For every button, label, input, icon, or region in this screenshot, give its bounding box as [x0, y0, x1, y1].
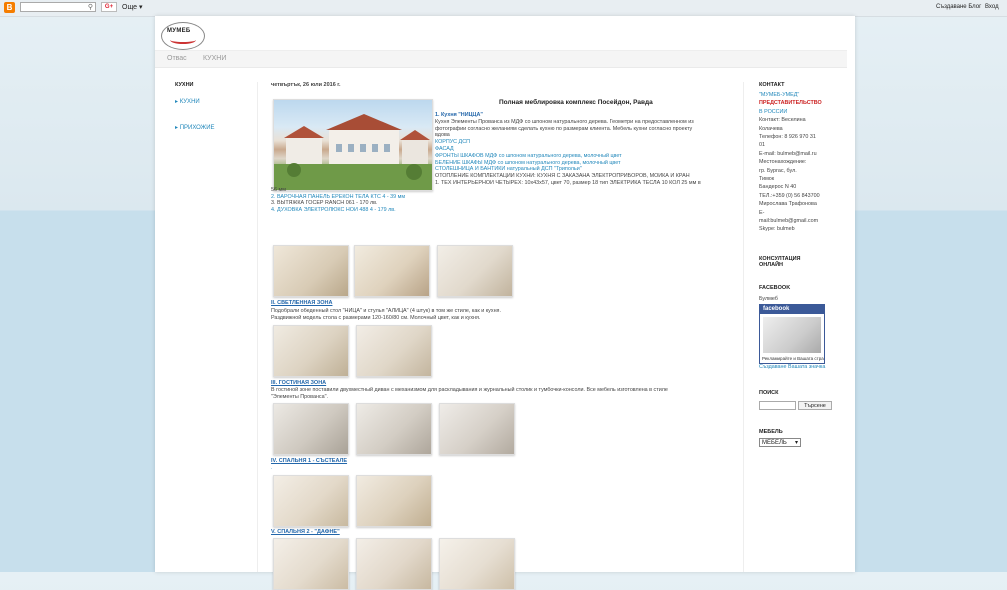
section-text: В гостиной зоне поставили двухместный ди… [271, 387, 668, 393]
sidebar-search-input[interactable] [759, 401, 796, 410]
living-photo-2[interactable] [356, 403, 432, 455]
page-tabs: Отвас КУХНИ [155, 50, 847, 68]
dining-photo-2[interactable] [356, 325, 432, 377]
section-text: Подобрали обеденный стол "НИЦА" и стулья… [271, 308, 501, 314]
section-heading-bedroom-2[interactable]: V. СПАЛЬНЯ 2 - "ДАФНЕ" [271, 529, 340, 535]
dining-photo-1[interactable] [273, 325, 349, 377]
contact-line: Местонахождение: [759, 159, 807, 166]
sidebar-item-hallways[interactable]: ▸ ПРИХОЖИЕ [175, 124, 215, 131]
contact-line: Бандерос N 40 [759, 184, 797, 191]
facebook-page-name[interactable]: Булмеб [759, 296, 778, 303]
contact-line: Колачева [759, 125, 783, 132]
chevron-down-icon: ▾ [794, 440, 798, 446]
contact-line: ТЕЛ.:+359 (0) 56 843700 [759, 192, 820, 199]
facebook-badge-photo [763, 317, 821, 353]
contact-line: Телефон: 8 926 970 31 [759, 134, 816, 140]
sidebar-item-label[interactable]: КУХНИ [180, 99, 200, 105]
section-heading-bedroom-1[interactable]: IV. СПАЛЬНЯ 1 - СЪСТЕАЛЕ [271, 458, 347, 464]
contact-line: Мирослава Трафонова [759, 201, 817, 208]
more-menu[interactable]: Още ▾ [122, 3, 142, 11]
bedroom1-photo-2[interactable] [356, 475, 432, 527]
create-blog-link[interactable]: Създаване Блог [936, 4, 981, 10]
search-icon[interactable]: ⚲ [88, 3, 93, 11]
contact-line: 01 [759, 142, 765, 149]
bedroom2-photo-3[interactable] [439, 538, 515, 590]
bedroom1-photo-1[interactable] [273, 475, 349, 527]
contact-line[interactable]: В РОССИИ [759, 109, 787, 116]
section-text: Раздвижной модель стола с размерами 120-… [271, 315, 481, 321]
kitchen-photo-1[interactable] [273, 245, 349, 297]
contact-line: E-mail: bulmeb@mail.ru [759, 150, 817, 157]
tab-kitchens[interactable]: КУХНИ [203, 55, 226, 62]
contact-line: Skype: bulmeb [759, 226, 795, 233]
post-date: четвъртък, 26 юли 2016 г. [271, 82, 341, 88]
menu-select[interactable]: МЕБЕЛЬ ▾ [759, 438, 801, 447]
blogger-navbar: B ⚲ G+ Още ▾ Създаване Блог Вход [0, 0, 1007, 17]
kitchen-photo-2[interactable] [354, 245, 430, 297]
blog-logo[interactable]: МУМЕБ [161, 22, 205, 50]
blog-logo-text: МУМЕБ [167, 28, 191, 34]
divider [257, 82, 258, 572]
contact-line: E- [759, 209, 765, 216]
google-plus-button[interactable]: G+ [101, 2, 117, 12]
sign-in-link[interactable]: Вход [985, 4, 999, 10]
section-text: . [271, 465, 273, 471]
living-photo-3[interactable] [439, 403, 515, 455]
living-photo-1[interactable] [273, 403, 349, 455]
menu-select-value: МЕБЕЛЬ [762, 440, 787, 446]
bedroom2-photo-2[interactable] [356, 538, 432, 590]
logo-swoosh-icon [170, 36, 196, 44]
contact-line[interactable]: "МУМЕБ-УМЕД" [759, 92, 799, 99]
post-title: Полная меблировка комплекс Посейдон, Рав… [499, 99, 653, 106]
blog-container: МУМЕБ Отвас КУХНИ КУХНИ ▸ КУХНИ ▸ ПРИХОЖ… [155, 16, 855, 590]
sidebar-search-button[interactable]: Търсене [798, 401, 832, 410]
facebook-badge-caption: Рекламирайте и Вашата страница [762, 356, 824, 361]
sidebar-item-kitchens[interactable]: ▸ КУХНИ [175, 98, 200, 105]
contact-line: ПРЕДСТАВИТЕЛЬСТВО [759, 100, 822, 107]
contact-line: Контакт: Веселина [759, 117, 806, 124]
section-heading-dining[interactable]: II. СВЕТЛЕННАЯ ЗОНА [271, 300, 332, 306]
sidebar-item-label[interactable]: ПРИХОЖИЕ [180, 125, 215, 131]
facebook-badge-header: facebook [760, 305, 824, 314]
contact-title: КОНТАКТ [759, 82, 785, 88]
menu-title: МЕБЕЛЬ [759, 429, 783, 435]
hero-photo[interactable] [273, 99, 433, 191]
facebook-title: FACEBOOK [759, 285, 791, 291]
left-sidebar: КУХНИ ▸ КУХНИ ▸ ПРИХОЖИЕ [175, 82, 255, 131]
consult-title: КОНСУЛТАЦИЯ ОНЛАЙН [759, 256, 801, 268]
navbar-search-input[interactable]: ⚲ [20, 2, 96, 12]
section-text: "Элементы Прованса". [271, 394, 329, 400]
contact-line: Тимок [759, 176, 775, 182]
contact-line: гр. Бургас, бул. [759, 167, 797, 174]
section-heading-living[interactable]: III. ГОСТИНАЯ ЗОНА [271, 380, 326, 386]
facebook-badge-link[interactable]: Създаване Вашата значка [759, 364, 825, 371]
intro-line[interactable]: 4. ДУХОВКА ЭЛЕКТРОЛЮКС НОЙ 488 4 - 179 л… [271, 207, 731, 214]
bedroom2-photo-1[interactable] [273, 538, 349, 590]
sidebar-title: КУХНИ [175, 82, 194, 88]
blogger-logo-icon[interactable]: B [4, 2, 15, 13]
divider [743, 82, 744, 572]
kitchen-photo-3[interactable] [437, 245, 513, 297]
facebook-badge[interactable]: facebook Рекламирайте и Вашата страница [759, 304, 825, 364]
building-illustration [274, 114, 432, 190]
tab-about[interactable]: Отвас [167, 55, 187, 62]
search-title: ПОИСК [759, 390, 779, 396]
contact-line: mail:bulmeb@gmail.com [759, 218, 819, 224]
